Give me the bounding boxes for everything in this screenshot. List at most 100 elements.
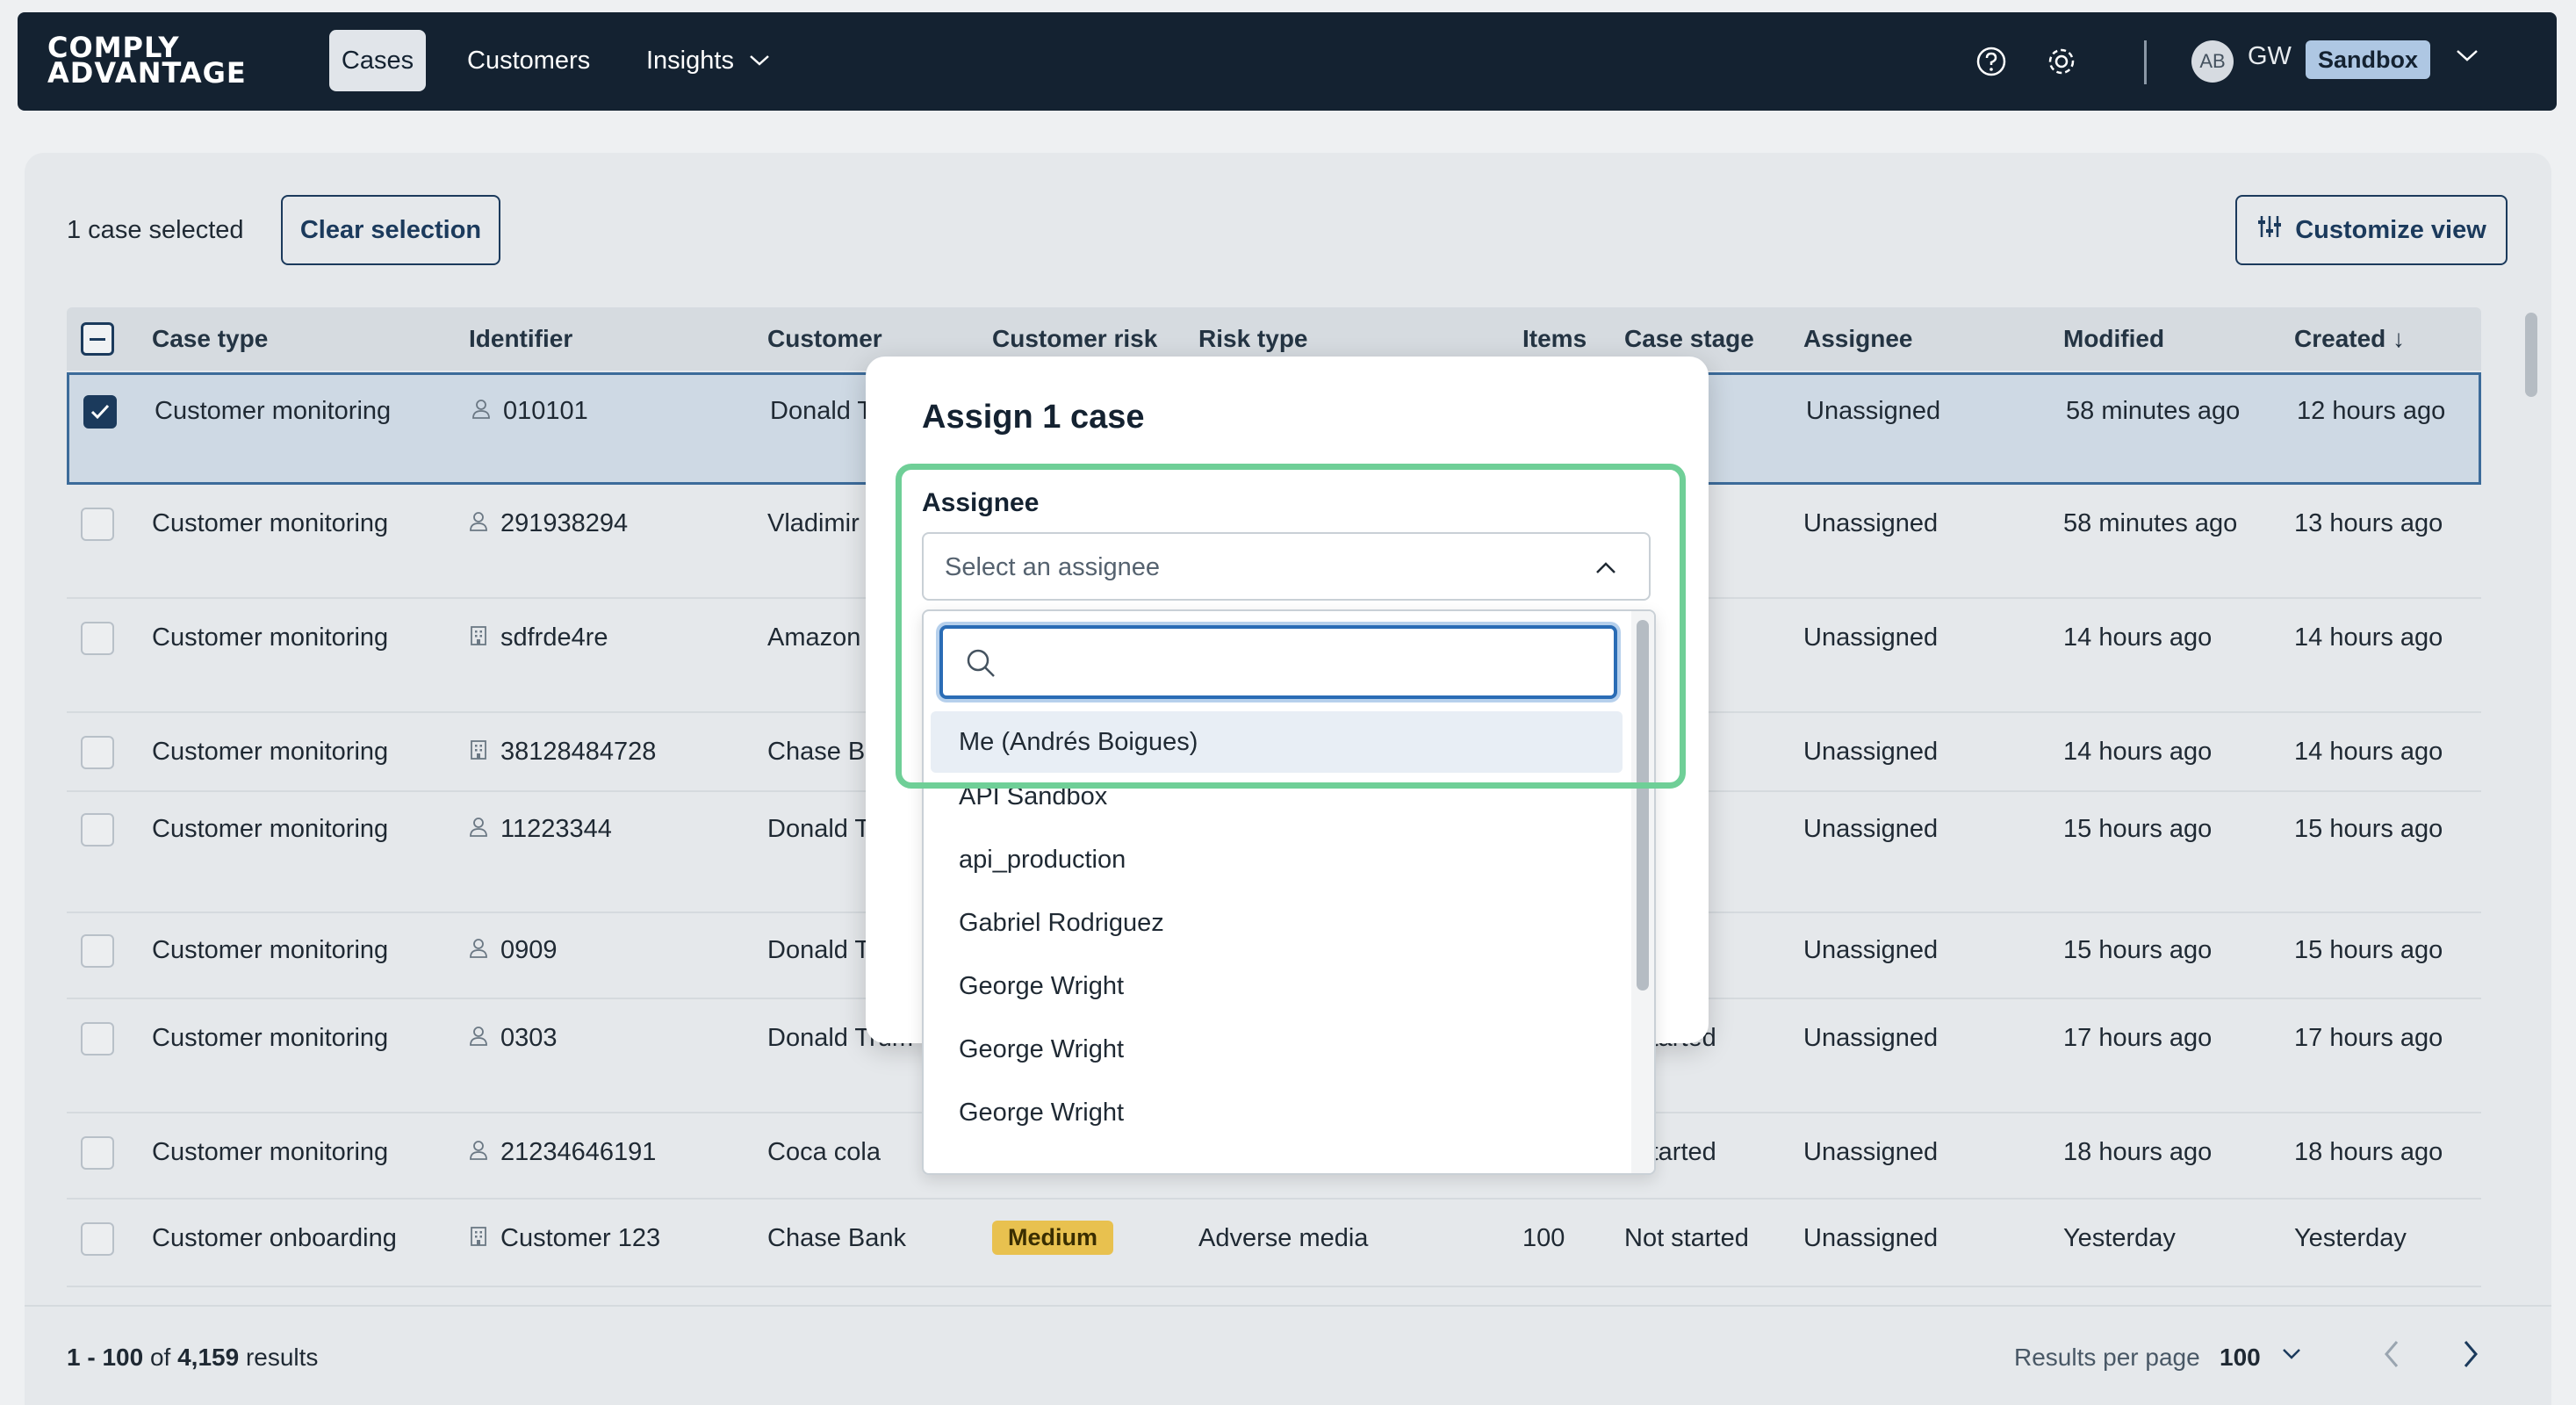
chevron-up-icon [1593,555,1619,586]
row-checkbox[interactable] [83,395,117,429]
cell-assignee: Unassigned [1803,1024,1939,1052]
identifier-text: 38128484728 [500,738,657,766]
column-header-case-type[interactable]: Case type [152,325,268,353]
nav-insights[interactable]: Insights [632,30,785,91]
cell-risk-type: Adverse media [1198,1224,1369,1252]
row-checkbox[interactable] [81,934,114,968]
dropdown-scrollbar[interactable] [1637,620,1649,991]
cell-identifier: Customer 123 [469,1224,660,1254]
nav-cases[interactable]: Cases [329,30,426,91]
selection-count: 1 case selected [67,216,244,244]
cell-created: 13 hours ago [2294,509,2443,537]
person-icon [469,816,488,845]
assignee-option[interactable]: API Sandbox [931,766,1623,827]
identifier-text: sdfrde4re [500,623,608,652]
assignee-option[interactable]: George Wright [931,1082,1623,1143]
previous-page-button[interactable] [2376,1337,2407,1376]
checkmark-icon [90,404,110,420]
nav-divider [2144,40,2147,84]
clear-selection-button[interactable]: Clear selection [281,195,500,265]
cell-identifier: 0303 [469,1024,558,1054]
cell-modified: 18 hours ago [2063,1138,2213,1166]
assignee-option[interactable]: George Wright [931,1019,1623,1080]
row-checkbox[interactable] [81,1136,114,1170]
cell-case-type: Customer monitoring [152,815,389,843]
table-row[interactable]: Customer onboarding Customer 123 Chase Ban… [67,1200,2481,1287]
person-icon [469,510,488,539]
results-label: results [245,1344,319,1371]
assignee-option[interactable]: George Wright [931,955,1623,1017]
column-header-identifier[interactable]: Identifier [469,325,572,353]
column-header-risk-type[interactable]: Risk type [1198,325,1308,353]
cell-modified: 15 hours ago [2063,815,2213,843]
row-checkbox[interactable] [81,622,114,655]
assignee-option[interactable]: Me (Andrés Boigues) [931,711,1623,773]
cell-modified: Yesterday [2063,1224,2176,1252]
chevron-down-icon[interactable] [2279,1342,2304,1371]
user-initials[interactable]: GW [2248,42,2292,71]
cell-case-type: Customer monitoring [152,623,389,652]
results-per-page-select[interactable]: 100 [2220,1344,2261,1372]
settings-gear-icon[interactable] [2044,44,2079,79]
row-checkbox[interactable] [81,813,114,847]
cell-case-type: Customer monitoring [155,397,392,425]
column-header-created[interactable]: Created ↓ [2294,325,2405,353]
cell-case-type: Customer monitoring [152,1024,389,1052]
cell-assignee: Unassigned [1803,509,1939,537]
cell-identifier: sdfrde4re [469,623,608,653]
results-of: of [149,1344,171,1371]
row-checkbox[interactable] [81,1022,114,1056]
user-avatar[interactable]: AB [2191,40,2234,83]
results-per-page-label: Results per page [2014,1344,2200,1371]
cell-modified: 58 minutes ago [2063,509,2238,537]
cell-assignee: Unassigned [1803,738,1939,766]
next-page-button[interactable] [2455,1337,2486,1376]
cell-customer: Coca cola [767,1138,881,1166]
cell-created: 17 hours ago [2294,1024,2443,1052]
identifier-text: 010101 [503,397,588,425]
assignee-select[interactable]: Select an assignee [922,532,1651,601]
column-header-case-stage[interactable]: Case stage [1624,325,1754,353]
column-header-modified[interactable]: Modified [2063,325,2164,353]
column-header-customer-risk[interactable]: Customer risk [992,325,1157,353]
cell-created: 15 hours ago [2294,815,2443,843]
table-scrollbar[interactable] [2525,313,2537,397]
nav-cases-label: Cases [341,46,414,75]
row-checkbox[interactable] [81,736,114,769]
logo[interactable]: COMPLY ADVANTAGE [47,33,247,87]
nav-customers[interactable]: Customers [453,30,604,91]
cell-created: 12 hours ago [2297,397,2446,425]
cell-assignee: Unassigned [1803,936,1939,964]
customize-view-button[interactable]: Customize view [2235,195,2508,265]
assignee-option[interactable]: Gabriel Rodriguez [931,892,1623,954]
nav-customers-label: Customers [467,46,591,75]
cell-created: 15 hours ago [2294,936,2443,964]
clear-selection-label: Clear selection [299,215,482,244]
row-checkbox[interactable] [81,1222,114,1256]
identifier-text: 0909 [500,936,558,964]
column-header-assignee[interactable]: Assignee [1803,325,1913,353]
sliders-icon [2256,213,2283,247]
cell-customer: Donald T [770,397,874,425]
row-checkbox[interactable] [81,508,114,541]
assignee-select-placeholder: Select an assignee [945,553,1161,581]
person-icon [469,1025,488,1054]
chevron-down-icon[interactable] [2455,47,2479,68]
cell-modified: 14 hours ago [2063,738,2213,766]
help-icon[interactable] [1974,44,2009,79]
column-header-customer[interactable]: Customer [767,325,882,353]
column-header-items[interactable]: Items [1522,325,1587,353]
cell-case-type: Customer onboarding [152,1224,397,1252]
assignee-option[interactable]: api_production [931,829,1623,890]
assignee-dropdown: Me (Andrés Boigues) API Sandbox api_produc… [922,609,1656,1175]
identifier-text: 11223344 [500,815,612,843]
cell-customer: Chase Ba [767,738,880,766]
cell-assignee: Unassigned [1803,1224,1939,1252]
select-all-checkbox[interactable] [81,322,114,356]
cell-customer: Chase Bank [767,1224,906,1252]
identifier-text: 21234646191 [500,1138,657,1166]
cell-identifier: 38128484728 [469,738,656,767]
assignee-field-label: Assignee [922,488,1040,517]
assignee-search-input[interactable] [939,625,1617,699]
building-icon [469,1225,488,1254]
